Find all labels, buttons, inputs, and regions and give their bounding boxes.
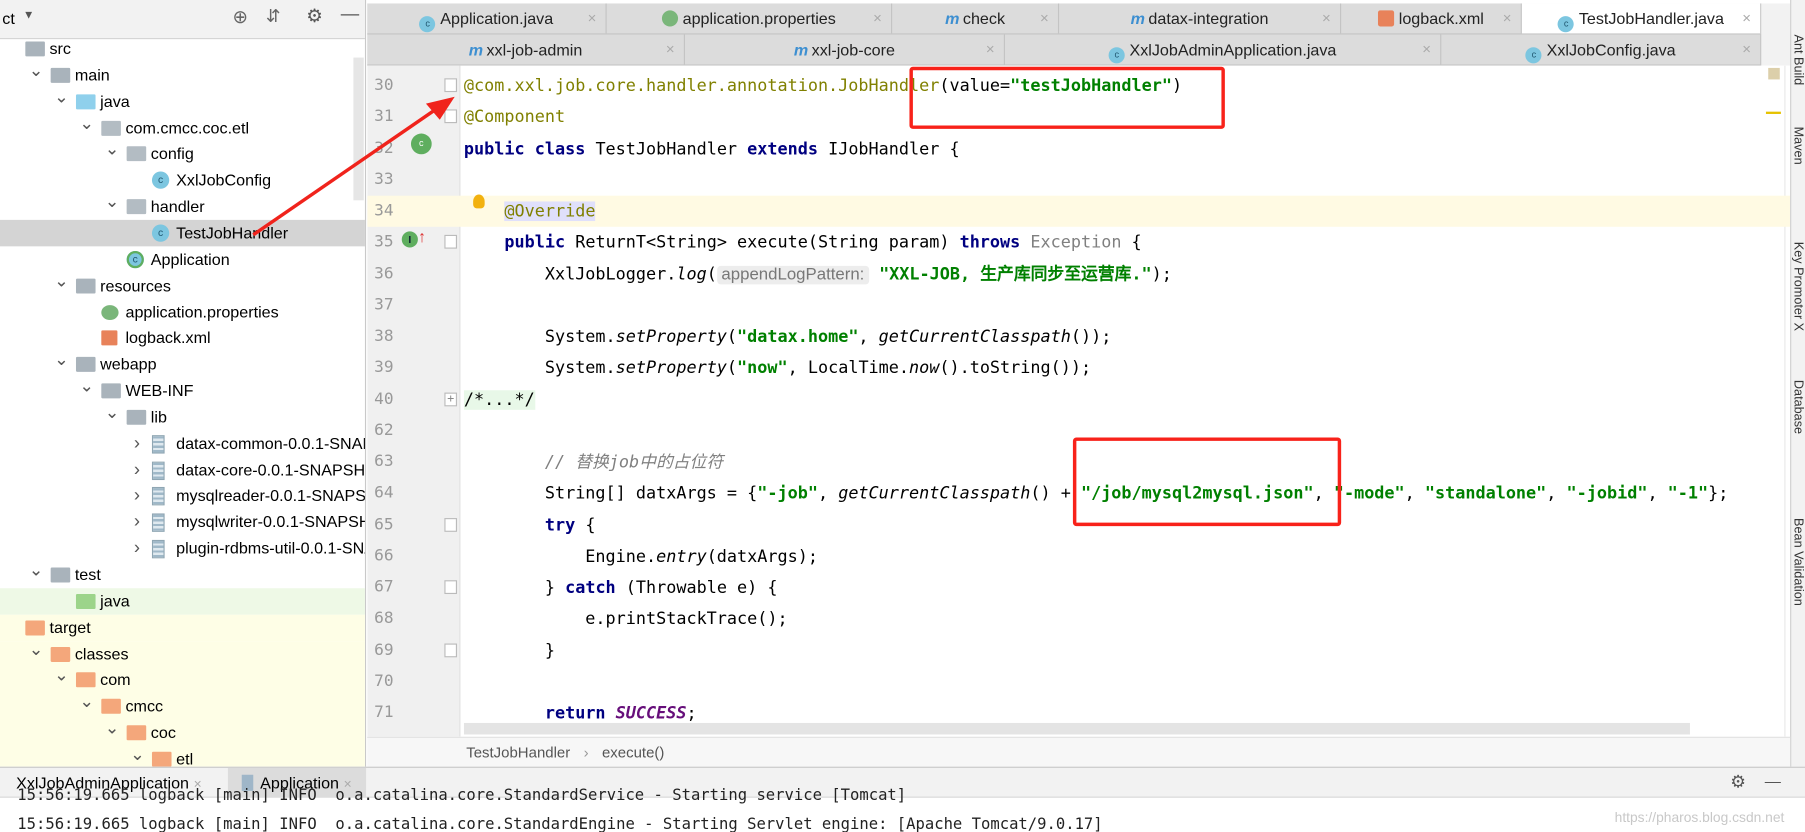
breadcrumb-method[interactable]: execute() (602, 744, 664, 761)
breadcrumb-class[interactable]: TestJobHandler (466, 744, 570, 761)
tool-window-ant-build[interactable]: Ant Build (1791, 35, 1805, 86)
hide-icon[interactable]: — (1765, 771, 1781, 789)
console-output[interactable]: 15:56:19.665 logback [main] INFO o.a.cat… (0, 786, 1805, 832)
tool-window-key-promoter-x[interactable]: Key Promoter X (1791, 242, 1805, 331)
tool-window-database[interactable]: Database (1791, 380, 1805, 434)
watermark: https://pharos.blog.csdn.net (1614, 809, 1785, 826)
tool-window-maven[interactable]: Maven (1791, 127, 1805, 165)
console-line: 15:56:19.665 logback [main] INFO o.a.cat… (17, 786, 907, 805)
right-tool-strip: Ant Build Maven Key Promoter X Database Bean… (1790, 0, 1805, 767)
console-line: 15:56:19.665 logback [main] INFO o.a.cat… (17, 815, 1103, 832)
tool-window-bean-validation[interactable]: Bean Validation (1791, 518, 1805, 606)
red-arrow-annotation (252, 96, 455, 237)
gear-icon[interactable]: ⚙ (1730, 771, 1745, 792)
breadcrumb: TestJobHandler › execute() (367, 736, 1791, 767)
breadcrumb-separator: › (583, 743, 589, 761)
